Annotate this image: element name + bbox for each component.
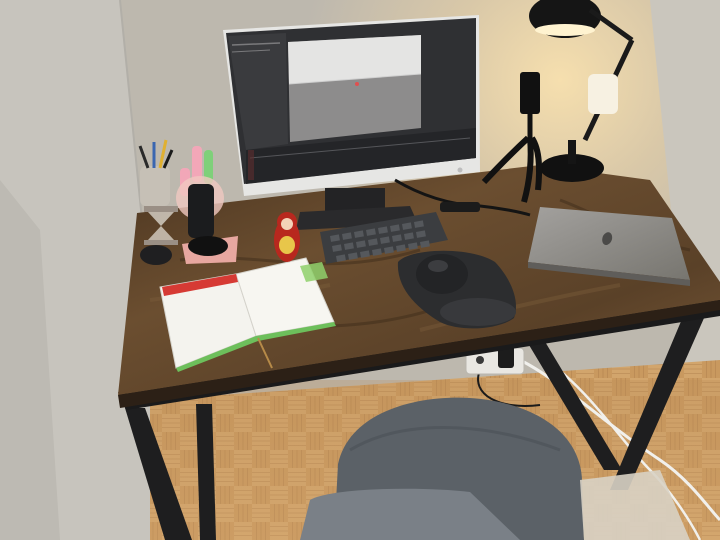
phone-light	[588, 74, 618, 114]
desk-photo	[0, 0, 720, 540]
desk-scene	[0, 0, 720, 540]
small-pouch	[140, 245, 172, 265]
monitor-brand-mark	[457, 167, 463, 173]
matryoshka-doll	[274, 212, 300, 262]
monitor	[223, 15, 480, 196]
wrist-rest	[440, 298, 516, 326]
mouse	[416, 254, 468, 294]
